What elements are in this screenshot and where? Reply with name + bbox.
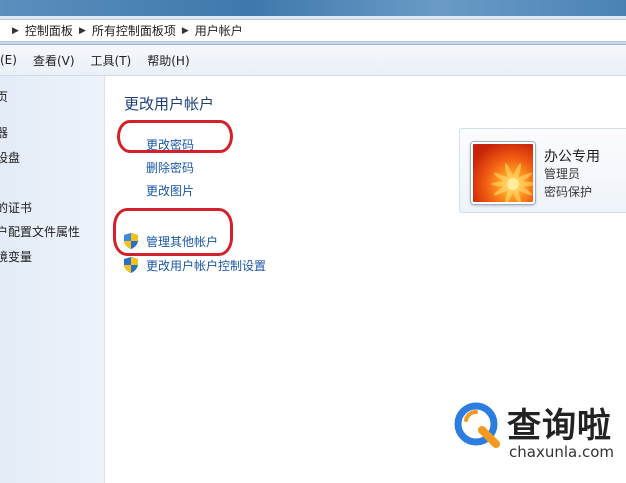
flower-picture-icon <box>491 163 533 202</box>
page-title: 更改用户帐户 <box>124 95 215 113</box>
breadcrumb-control-panel[interactable]: 控制面板 <box>25 22 73 39</box>
account-name: 办公专用 <box>544 149 600 165</box>
watermark-title: 查询啦 <box>507 406 612 446</box>
window-title-bar <box>0 0 626 16</box>
remove-password-link[interactable]: 删除密码 <box>146 159 194 176</box>
breadcrumb-separator-icon: ▶ <box>181 25 189 36</box>
change-uac-settings-link[interactable]: 更改用户帐户控制设置 <box>146 257 266 274</box>
nav-item-environment-variables[interactable]: 境变量 <box>0 248 32 265</box>
breadcrumb-separator-icon: ▶ <box>78 25 86 36</box>
account-role: 管理员 <box>544 167 581 181</box>
breadcrumb[interactable]: ▶ 控制面板 ▶ 所有控制面板项 ▶ 用户帐户 <box>0 19 626 42</box>
nav-item-certificates[interactable]: 的证书 <box>0 199 32 216</box>
change-picture-link[interactable]: 更改图片 <box>146 182 194 199</box>
watermark-url: chaxunla.com <box>509 443 614 461</box>
breadcrumb-separator-icon: ▶ <box>12 25 19 36</box>
highlight-oval-manage-accounts <box>113 208 233 256</box>
nav-item-password-reset-disk[interactable]: 设盘 <box>0 149 20 166</box>
nav-item-profile-properties[interactable]: 户配置文件属性 <box>0 223 80 240</box>
account-password-status: 密码保护 <box>544 185 593 199</box>
menu-edit[interactable]: (E) <box>0 53 17 67</box>
navigation-pane: 页 器 设盘 的证书 户配置文件属性 境变量 <box>0 76 105 483</box>
breadcrumb-all-control-panel-items[interactable]: 所有控制面板项 <box>92 22 176 39</box>
menu-help[interactable]: 帮助(H) <box>147 52 189 69</box>
breadcrumb-user-accounts[interactable]: 用户帐户 <box>195 22 243 39</box>
nav-item-credential-manager[interactable]: 器 <box>0 124 8 141</box>
shield-icon <box>124 257 138 273</box>
menu-view[interactable]: 查看(V) <box>33 52 75 69</box>
menu-tools[interactable]: 工具(T) <box>91 52 132 69</box>
watermark-logo-icon <box>454 402 500 448</box>
nav-item-home[interactable]: 页 <box>0 88 8 105</box>
avatar[interactable] <box>471 142 535 204</box>
menu-bar: (E) 查看(V) 工具(T) 帮助(H) <box>0 45 626 76</box>
address-bar: ▶ 控制面板 ▶ 所有控制面板项 ▶ 用户帐户 <box>0 16 626 45</box>
highlight-oval-change-password <box>117 120 233 153</box>
